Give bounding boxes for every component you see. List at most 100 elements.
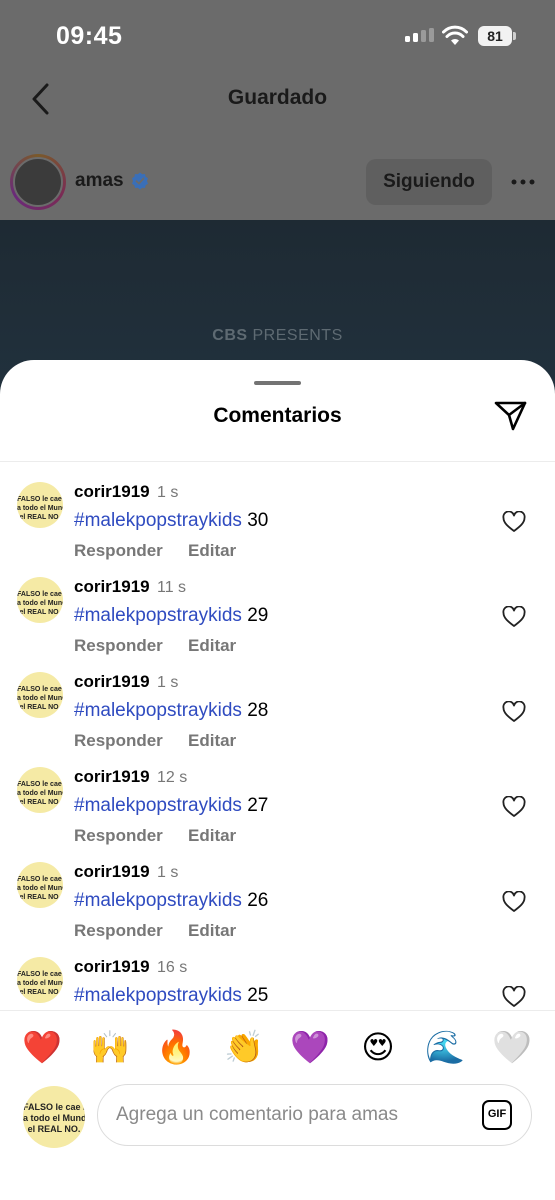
wifi-icon xyxy=(442,25,468,45)
comment-number: 26 xyxy=(247,890,269,911)
clapping-hands-emoji[interactable]: 👏 xyxy=(224,1027,264,1067)
comment-row: FALSO le cae Bi a todo el Mundo el REAL NO… xyxy=(0,660,555,755)
comment-number: 30 xyxy=(247,510,269,531)
like-heart-icon[interactable] xyxy=(502,511,526,533)
comment-username[interactable]: corir1919 xyxy=(74,862,150,882)
commenter-avatar[interactable]: FALSO le cae Bi a todo el Mundo el REAL NO… xyxy=(17,577,63,623)
commenter-avatar[interactable]: FALSO le cae Bi a todo el Mundo el REAL NO… xyxy=(17,672,63,718)
fire-emoji[interactable]: 🔥 xyxy=(156,1027,196,1067)
avatar-text-line: el REAL NO. xyxy=(19,514,61,521)
avatar-text-line: a todo el Mundo xyxy=(17,695,63,702)
edit-button[interactable]: Editar xyxy=(188,826,236,846)
comment-hashtag-link[interactable]: #malekpopstraykids xyxy=(74,985,242,1006)
comment-text: #malekpopstraykids 25 xyxy=(74,985,268,1007)
post-username[interactable]: amas xyxy=(75,170,124,192)
edit-button[interactable]: Editar xyxy=(188,541,236,561)
comment-text: #malekpopstraykids 30 xyxy=(74,510,268,532)
commenter-avatar[interactable]: FALSO le cae Bi a todo el Mundo el REAL NO… xyxy=(17,482,63,528)
comment-hashtag-link[interactable]: #malekpopstraykids xyxy=(74,605,242,626)
edit-button[interactable]: Editar xyxy=(188,636,236,656)
comment-username[interactable]: corir1919 xyxy=(74,767,150,787)
comment-timestamp: 1 s xyxy=(157,674,179,691)
red-heart-emoji[interactable]: ❤️ xyxy=(22,1027,62,1067)
like-heart-icon[interactable] xyxy=(502,796,526,818)
post-author-avatar[interactable] xyxy=(10,154,66,210)
reply-button[interactable]: Responder xyxy=(74,731,163,751)
avatar-text-line: el REAL NO. xyxy=(19,799,61,806)
avatar-text-line: FALSO le cae Bi xyxy=(17,971,63,978)
comment-hashtag-link[interactable]: #malekpopstraykids xyxy=(74,700,242,721)
media-caption: CBS PRESENTS xyxy=(212,327,343,344)
comment-input[interactable] xyxy=(116,1101,466,1129)
comment-hashtag-link[interactable]: #malekpopstraykids xyxy=(74,795,242,816)
avatar-text-line: a todo el Mundo xyxy=(17,885,63,892)
comment-username[interactable]: corir1919 xyxy=(74,577,150,597)
commenter-avatar[interactable]: FALSO le cae Bi a todo el Mundo el REAL NO… xyxy=(17,767,63,813)
avatar-text-line: a todo el Mundo xyxy=(17,600,63,607)
reply-button[interactable]: Responder xyxy=(74,921,163,941)
post-header: amas Siguiendo xyxy=(0,150,555,216)
avatar-text-line: FALSO le cae Bi xyxy=(17,781,63,788)
like-heart-icon[interactable] xyxy=(502,986,526,1008)
like-heart-icon[interactable] xyxy=(502,606,526,628)
comment-composer: FALSO le cae Bi a todo el Mundo el REAL … xyxy=(0,1082,555,1200)
comments-list[interactable]: FALSO le cae Bi a todo el Mundo el REAL NO… xyxy=(0,462,555,1010)
like-heart-icon[interactable] xyxy=(502,891,526,913)
battery-icon: 81 xyxy=(478,26,516,46)
verified-badge-icon xyxy=(132,172,148,190)
comment-number: 27 xyxy=(247,795,269,816)
status-bar: 09:45 81 xyxy=(0,0,555,70)
edit-button[interactable]: Editar xyxy=(188,731,236,751)
commenter-avatar[interactable]: FALSO le cae Bi a todo el Mundo el REAL NO… xyxy=(17,957,63,1003)
comment-text: #malekpopstraykids 27 xyxy=(74,795,268,817)
emoji-reaction-bar: ❤️ 🙌 🔥 👏 💜 😍 🌊 🤍 xyxy=(0,1010,555,1082)
avatar-text-line: FALSO le cae Bi xyxy=(17,876,63,883)
status-time: 09:45 xyxy=(56,22,123,50)
sheet-grabber[interactable] xyxy=(254,381,301,385)
comment-timestamp: 11 s xyxy=(157,579,187,596)
avatar-text-line: el REAL NO. xyxy=(19,894,61,901)
comment-text: #malekpopstraykids 28 xyxy=(74,700,268,722)
edit-button[interactable]: Editar xyxy=(188,921,236,941)
comment-row: FALSO le cae Bi a todo el Mundo el REAL NO… xyxy=(0,470,555,565)
comment-number: 28 xyxy=(247,700,269,721)
more-options-icon[interactable] xyxy=(510,172,536,192)
comment-timestamp: 1 s xyxy=(157,864,179,881)
comment-hashtag-link[interactable]: #malekpopstraykids xyxy=(74,890,242,911)
comment-number: 25 xyxy=(247,985,269,1006)
gif-button[interactable]: GIF xyxy=(482,1100,512,1130)
comment-number: 29 xyxy=(247,605,269,626)
reply-button[interactable]: Responder xyxy=(74,826,163,846)
avatar-text-line: FALSO le cae Bi xyxy=(17,496,63,503)
avatar-text-line: el REAL NO. xyxy=(19,609,61,616)
comment-username[interactable]: corir1919 xyxy=(74,672,150,692)
commenter-avatar[interactable]: FALSO le cae Bi a todo el Mundo el REAL NO… xyxy=(17,862,63,908)
comment-timestamp: 12 s xyxy=(157,769,188,786)
comment-text: #malekpopstraykids 26 xyxy=(74,890,268,912)
comment-row: FALSO le cae Bi a todo el Mundo el REAL NO… xyxy=(0,755,555,850)
comments-sheet: Comentarios FALSO le cae Bi a todo el Mun… xyxy=(0,360,555,1200)
nav-bar: Guardado xyxy=(0,70,555,130)
avatar-text-line: a todo el Mundo xyxy=(17,980,63,987)
avatar-text-line: el REAL NO. xyxy=(19,989,61,996)
comment-input-field[interactable]: GIF xyxy=(97,1084,532,1146)
heart-eyes-emoji[interactable]: 😍 xyxy=(358,1027,398,1067)
battery-level: 81 xyxy=(478,26,512,46)
purple-heart-emoji[interactable]: 💜 xyxy=(290,1027,330,1067)
like-heart-icon[interactable] xyxy=(502,701,526,723)
comment-username[interactable]: corir1919 xyxy=(74,482,150,502)
avatar-text-line: a todo el Mundo xyxy=(17,505,63,512)
cellular-signal-icon xyxy=(405,28,434,42)
comment-timestamp: 16 s xyxy=(157,959,188,976)
share-send-icon[interactable] xyxy=(494,400,528,432)
comment-row: FALSO le cae Bi a todo el Mundo el REAL NO… xyxy=(0,945,555,1010)
white-heart-emoji[interactable]: 🤍 xyxy=(492,1027,532,1067)
following-button[interactable]: Siguiendo xyxy=(366,159,492,205)
reply-button[interactable]: Responder xyxy=(74,636,163,656)
comment-username[interactable]: corir1919 xyxy=(74,957,150,977)
comment-hashtag-link[interactable]: #malekpopstraykids xyxy=(74,510,242,531)
wave-emoji[interactable]: 🌊 xyxy=(425,1027,465,1067)
raising-hands-emoji[interactable]: 🙌 xyxy=(90,1027,130,1067)
reply-button[interactable]: Responder xyxy=(74,541,163,561)
page-title: Guardado xyxy=(227,86,328,109)
